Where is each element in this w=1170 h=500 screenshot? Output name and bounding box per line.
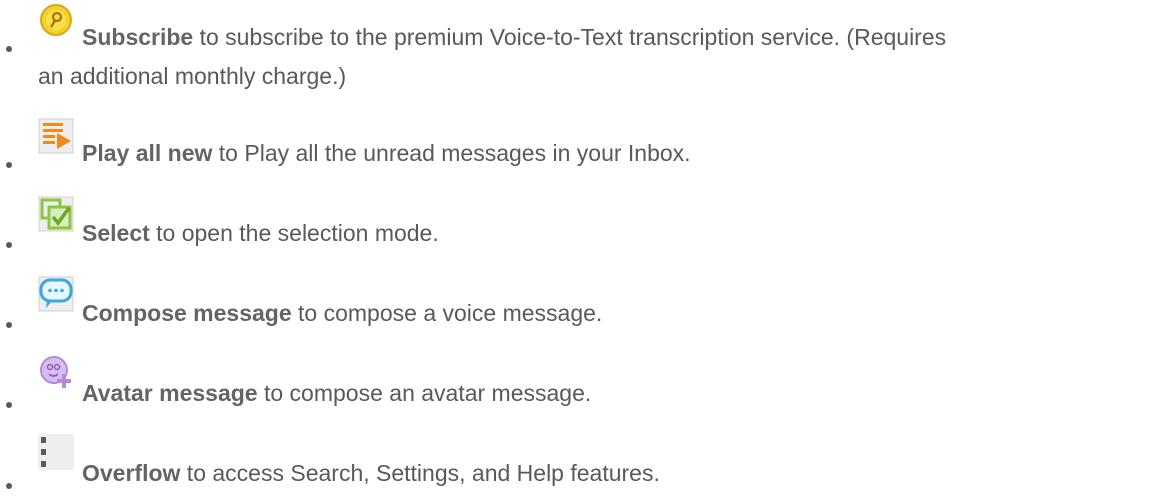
bullet: [6, 322, 12, 328]
item-description: to subscribe to the premium Voice-to-Tex…: [193, 24, 947, 50]
overflow-menu-icon: [38, 434, 74, 470]
bullet: [6, 402, 12, 408]
item-text: Compose message to compose a voice messa…: [82, 300, 602, 327]
item-description-continuation: an additional monthly charge.): [38, 63, 347, 89]
subscribe-key-icon: [38, 2, 74, 38]
bullet: [6, 242, 12, 248]
item-description: to access Search, Settings, and Help fea…: [180, 460, 660, 486]
compose-message-bubble-icon: [38, 276, 74, 312]
select-checkbox-icon: [38, 196, 74, 232]
item-description: to open the selection mode.: [149, 220, 439, 246]
item-text: Subscribe to subscribe to the premium Vo…: [82, 24, 946, 51]
item-text: Overflow to access Search, Settings, and…: [82, 460, 660, 487]
item-label: Compose message: [82, 300, 292, 326]
item-description: to compose an avatar message.: [257, 380, 592, 406]
avatar-message-icon: [38, 354, 74, 390]
item-description: to Play all the unread messages in your …: [212, 140, 691, 166]
item-text: Select to open the selection mode.: [82, 220, 439, 247]
item-text: Play all new to Play all the unread mess…: [82, 140, 691, 167]
bullet: [6, 483, 12, 489]
item-description: to compose a voice message.: [291, 300, 603, 326]
item-label: Select: [82, 220, 150, 246]
item-label: Subscribe: [82, 24, 194, 50]
item-label: Play all new: [82, 140, 213, 166]
item-label: Overflow: [82, 460, 181, 486]
play-all-new-icon: [38, 118, 74, 154]
item-label: Avatar message: [82, 380, 258, 406]
bullet: [6, 162, 12, 168]
bullet: [6, 46, 12, 52]
item-text: Avatar message to compose an avatar mess…: [82, 380, 591, 407]
